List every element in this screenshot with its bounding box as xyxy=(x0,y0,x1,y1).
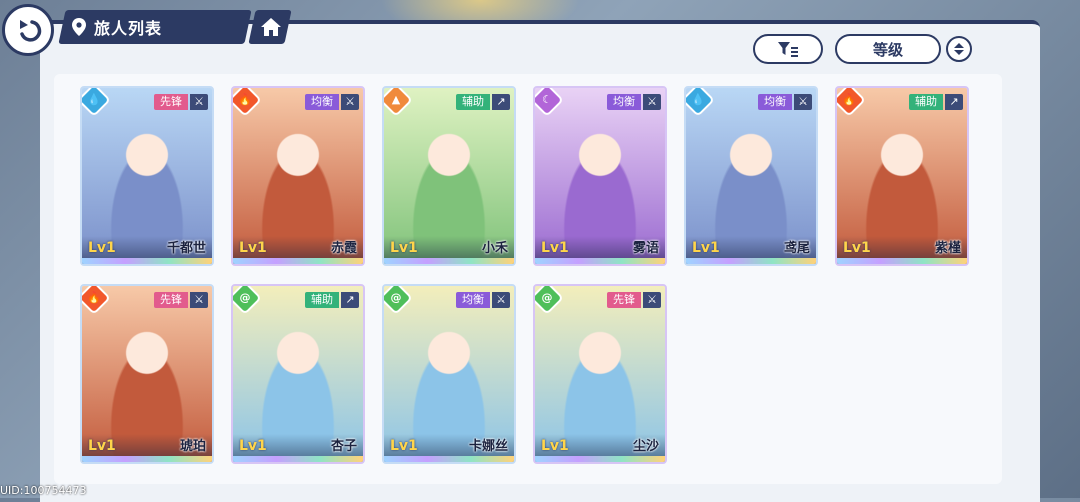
character-level: Lv1 xyxy=(239,240,267,256)
element-symbol: 🔥 xyxy=(238,93,252,106)
character-level: Lv1 xyxy=(239,438,267,454)
character-level: Lv1 xyxy=(88,438,116,454)
weapon-icon: ⚔ xyxy=(341,94,359,110)
character-card[interactable]: ☾ 均衡 ⚔ Lv1 雾语 xyxy=(533,86,667,266)
character-card[interactable]: 💧 先锋 ⚔ Lv1 千都世 xyxy=(80,86,214,266)
sort-level-button[interactable]: 等级 xyxy=(835,34,941,64)
weapon-icon: ⚔ xyxy=(190,94,208,110)
page-title-bar: 旅人列表 xyxy=(72,10,162,44)
character-name: 雾语 xyxy=(632,241,659,256)
character-level: Lv1 xyxy=(88,240,116,256)
role-badge: 先锋 xyxy=(607,292,641,308)
character-card[interactable]: 🔥 辅助 ↗ Lv1 紫槿 xyxy=(835,86,969,266)
character-level: Lv1 xyxy=(541,240,569,256)
filter-icon xyxy=(778,42,798,57)
sort-label: 等级 xyxy=(872,40,903,59)
element-symbol: @ xyxy=(390,291,402,304)
character-card[interactable]: @ 先锋 ⚔ Lv1 尘沙 xyxy=(533,284,667,464)
character-name: 小禾 xyxy=(481,241,508,256)
rarity-stripe xyxy=(837,258,967,264)
weapon-icon: ↗ xyxy=(492,94,510,110)
rarity-stripe xyxy=(82,456,212,462)
role-badge: 先锋 xyxy=(154,292,188,308)
character-card[interactable]: @ 辅助 ↗ Lv1 杏子 xyxy=(231,284,365,464)
character-name: 赤霞 xyxy=(330,241,357,256)
rarity-stripe xyxy=(535,258,665,264)
element-symbol: @ xyxy=(239,291,251,304)
character-level: Lv1 xyxy=(692,240,720,256)
role-badge: 均衡 xyxy=(758,94,792,110)
character-name: 琥珀 xyxy=(179,439,206,454)
character-card[interactable]: 🔥 均衡 ⚔ Lv1 赤霞 xyxy=(231,86,365,266)
weapon-icon: ⚔ xyxy=(190,292,208,308)
element-symbol: ▲ xyxy=(391,93,401,106)
uid-label: UID:100754473 xyxy=(0,484,87,497)
role-badge: 辅助 xyxy=(456,94,490,110)
role-badge: 先锋 xyxy=(154,94,188,110)
character-name: 紫槿 xyxy=(934,241,961,256)
rarity-stripe xyxy=(686,258,816,264)
rarity-stripe xyxy=(82,258,212,264)
character-name: 千都世 xyxy=(166,241,206,256)
weapon-icon: ⚔ xyxy=(492,292,510,308)
element-symbol: ☾ xyxy=(542,93,552,106)
element-symbol: 🔥 xyxy=(842,93,856,106)
weapon-icon: ↗ xyxy=(945,94,963,110)
character-card[interactable]: 🔥 先锋 ⚔ Lv1 琥珀 xyxy=(80,284,214,464)
role-badge: 均衡 xyxy=(456,292,490,308)
rarity-stripe xyxy=(233,456,363,462)
rarity-stripe xyxy=(384,258,514,264)
character-level: Lv1 xyxy=(390,240,418,256)
character-level: Lv1 xyxy=(843,240,871,256)
weapon-icon: ⚔ xyxy=(643,94,661,110)
character-card[interactable]: @ 均衡 ⚔ Lv1 卡娜丝 xyxy=(382,284,516,464)
role-badge: 均衡 xyxy=(305,94,339,110)
element-symbol: @ xyxy=(541,291,553,304)
element-symbol: 🔥 xyxy=(87,291,101,304)
character-name: 尘沙 xyxy=(632,439,659,454)
role-badge: 辅助 xyxy=(305,292,339,308)
map-pin-icon xyxy=(72,18,86,36)
element-symbol: 💧 xyxy=(691,93,705,106)
character-name: 鸢尾 xyxy=(783,241,810,256)
character-card[interactable]: ▲ 辅助 ↗ Lv1 小禾 xyxy=(382,86,516,266)
character-card[interactable]: 💧 均衡 ⚔ Lv1 鸢尾 xyxy=(684,86,818,266)
role-badge: 辅助 xyxy=(909,94,943,110)
page-title: 旅人列表 xyxy=(94,19,163,38)
weapon-icon: ⚔ xyxy=(794,94,812,110)
character-level: Lv1 xyxy=(390,438,418,454)
back-arrow-icon xyxy=(20,20,42,42)
rarity-stripe xyxy=(535,456,665,462)
sort-order-toggle[interactable] xyxy=(946,36,972,62)
sort-order-icon xyxy=(954,43,964,55)
back-button[interactable] xyxy=(2,4,54,56)
element-symbol: 💧 xyxy=(87,93,101,106)
filter-button[interactable] xyxy=(753,34,823,64)
home-icon[interactable] xyxy=(260,16,282,38)
weapon-icon: ↗ xyxy=(341,292,359,308)
rarity-stripe xyxy=(384,456,514,462)
role-badge: 均衡 xyxy=(607,94,641,110)
character-name: 杏子 xyxy=(330,439,357,454)
weapon-icon: ⚔ xyxy=(643,292,661,308)
character-level: Lv1 xyxy=(541,438,569,454)
character-name: 卡娜丝 xyxy=(468,439,508,454)
rarity-stripe xyxy=(233,258,363,264)
